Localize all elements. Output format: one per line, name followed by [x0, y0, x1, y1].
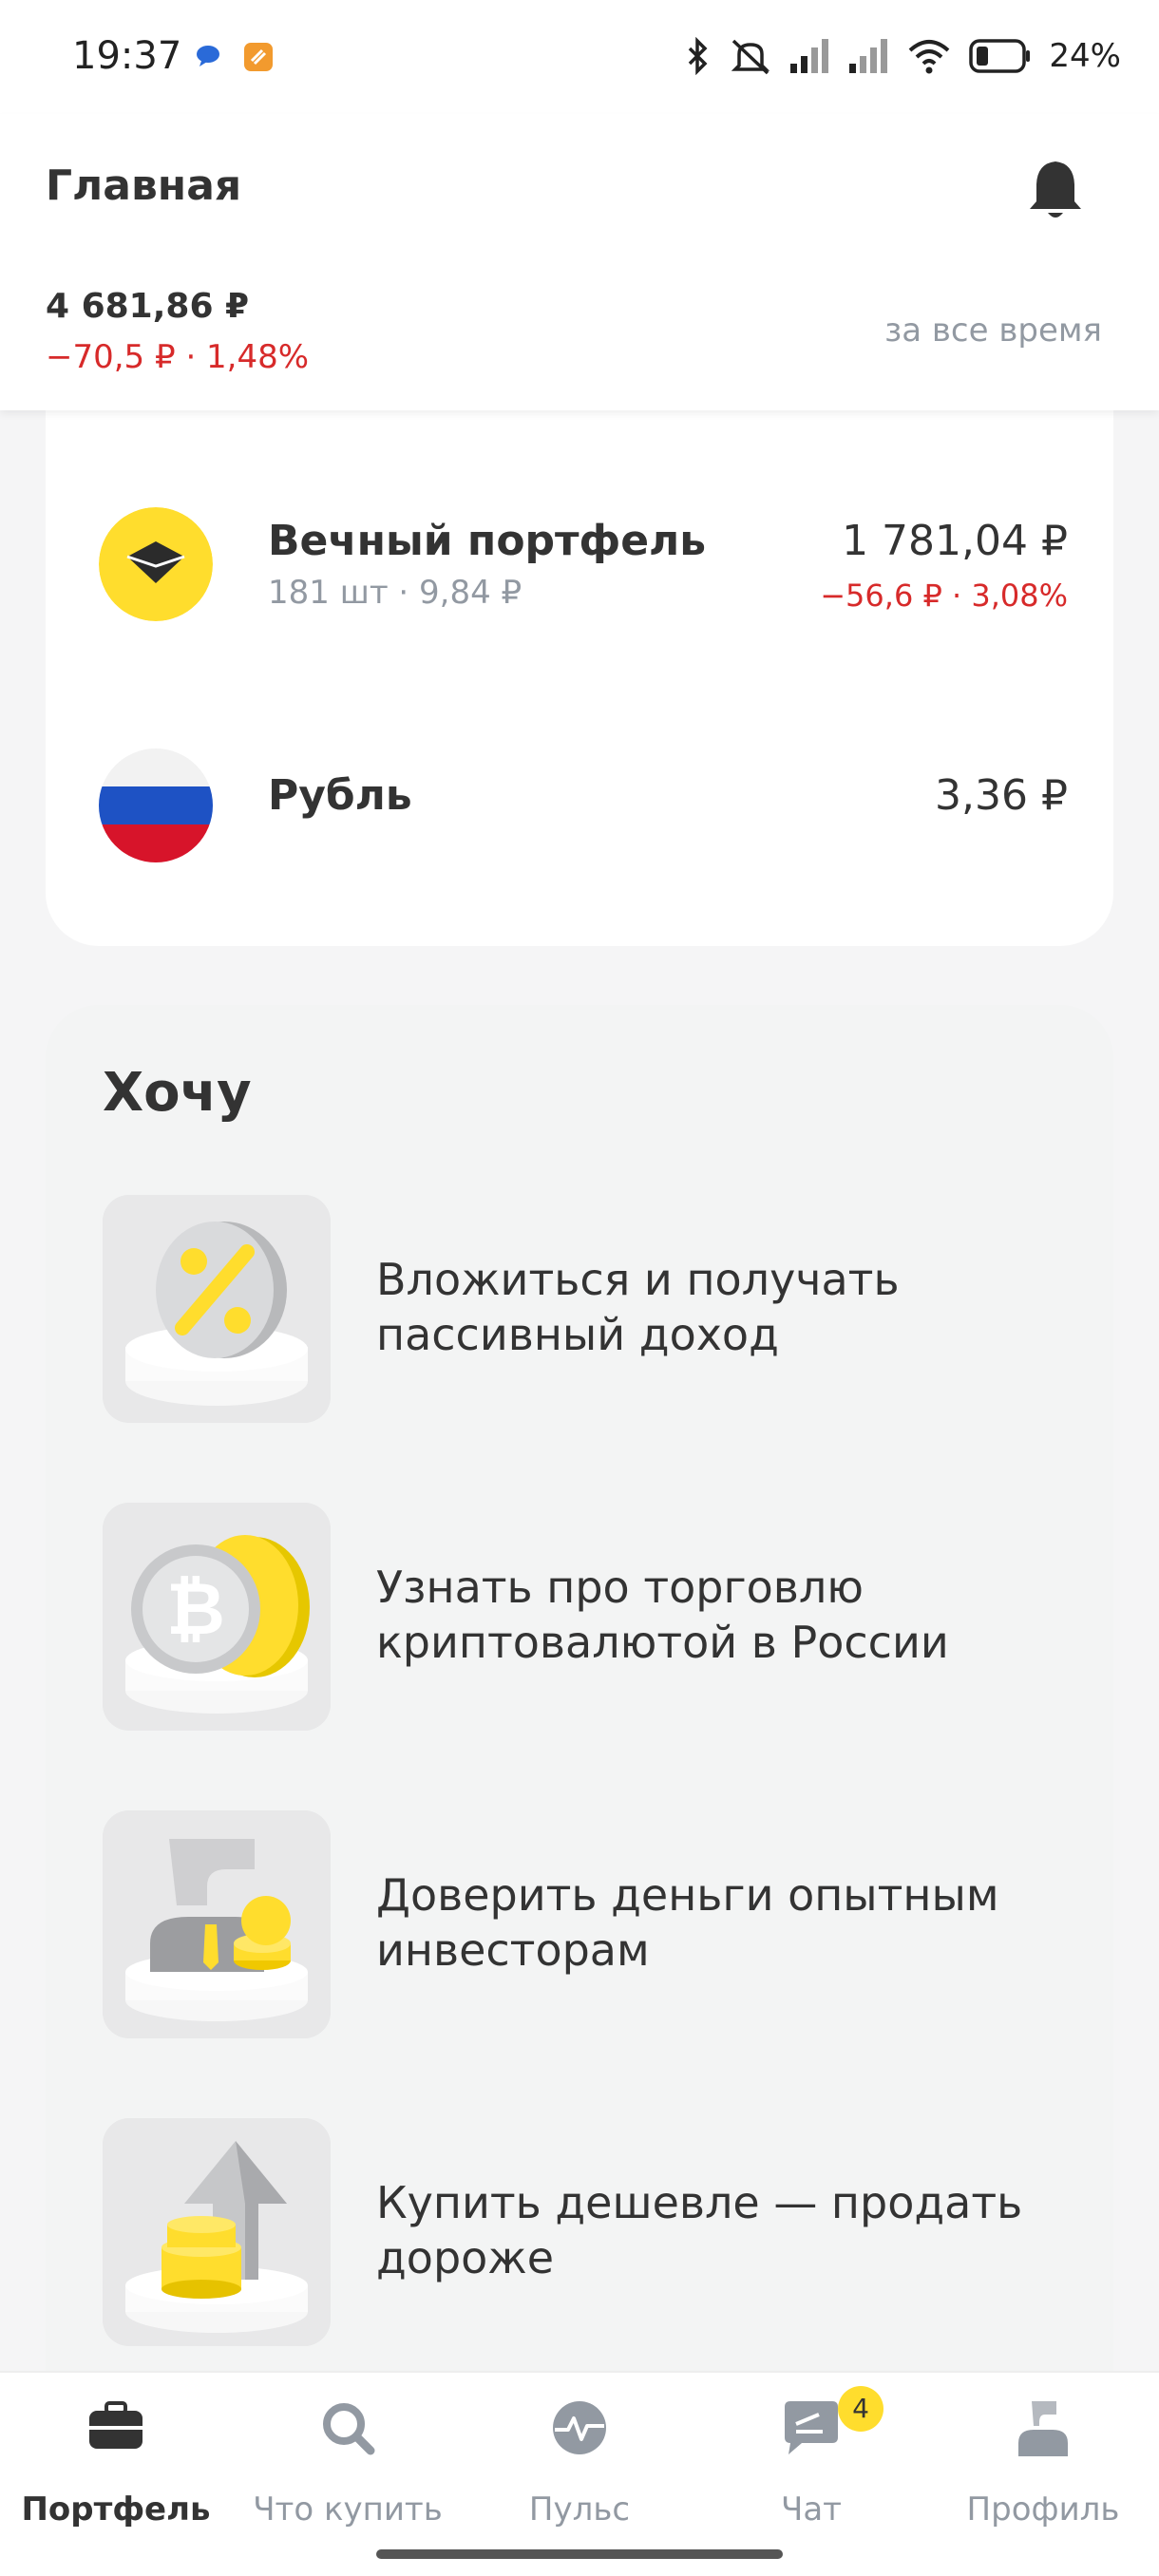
- want-item-text: Купить дешевле — продать дороже: [376, 2177, 1023, 2283]
- search-icon: [323, 2403, 375, 2455]
- bottom-nav: Портфель Что купить Пульс 4 Чат Профиль: [0, 2371, 1159, 2576]
- briefcase-icon: [89, 2401, 142, 2449]
- chat-icon: [785, 2401, 838, 2454]
- nav-item-pulse[interactable]: Пульс: [464, 2397, 695, 2540]
- portfolio-total: 4 681,86 ₽: [46, 287, 250, 326]
- nav-label: Чат: [781, 2491, 842, 2529]
- nav-label: Что купить: [253, 2491, 443, 2529]
- nav-label: Пульс: [528, 2491, 631, 2529]
- home-indicator[interactable]: [376, 2549, 783, 2559]
- mute-icon: [732, 39, 770, 75]
- asset-row-vechny[interactable]: Вечный портфель 181 шт · 9,84 ₽ 1 781,04…: [46, 488, 1113, 640]
- want-item-investors[interactable]: Доверить деньги опытным инвесторам: [103, 1810, 1062, 2038]
- want-item-text: Узнать про торговлю криптовалютой в Росс…: [376, 1562, 949, 1668]
- want-item-passive-income[interactable]: Вложиться и получать пассивный доход: [103, 1195, 1062, 1423]
- signal-icon: [790, 39, 829, 73]
- portfolio-change: −70,5 ₽ · 1,48%: [46, 338, 310, 376]
- wifi-icon: [909, 40, 950, 74]
- nav-item-what-to-buy[interactable]: Что купить: [232, 2397, 464, 2540]
- russia-flag-logo: [99, 748, 213, 862]
- messages-icon: [197, 46, 219, 66]
- want-item-crypto[interactable]: ₿ Узнать про торговлю криптовалютой в Ро…: [103, 1503, 1062, 1731]
- status-bar: 19:37 24%: [0, 0, 1159, 114]
- nav-item-profile[interactable]: Профиль: [927, 2397, 1159, 2540]
- bitcoin-coin-icon: ₿: [103, 1503, 331, 1731]
- asset-value: 3,36 ₽: [935, 771, 1068, 820]
- want-item-text: Доверить деньги опытным инвесторам: [376, 1869, 999, 1976]
- bluetooth-icon: [689, 37, 708, 75]
- percent-coin-icon: [103, 1195, 331, 1423]
- battery-percent: 24%: [1049, 37, 1121, 75]
- want-title: Хочу: [103, 1062, 252, 1124]
- app-notification-icon: [244, 43, 273, 71]
- battery-icon: [969, 39, 1031, 73]
- arrow-up-coins-icon: [103, 2118, 331, 2346]
- investor-icon: [103, 1810, 331, 2038]
- asset-value: 1 781,04 ₽: [842, 517, 1068, 565]
- svg-text:₿: ₿: [166, 1566, 225, 1651]
- want-item-buy-low[interactable]: Купить дешевле — продать дороже: [103, 2118, 1062, 2346]
- signal-icon: [849, 39, 888, 73]
- page-title: Главная: [46, 161, 242, 210]
- asset-name: Вечный портфель: [268, 517, 707, 565]
- diamond-icon: [99, 507, 213, 621]
- nav-item-chat[interactable]: 4 Чат: [695, 2386, 927, 2540]
- nav-label: Профиль: [966, 2491, 1120, 2529]
- asset-change: −56,6 ₽ · 3,08%: [820, 578, 1068, 614]
- header: Главная 4 681,86 ₽ −70,5 ₽ · 1,48% за вс…: [0, 114, 1159, 410]
- bell-icon[interactable]: [1024, 156, 1087, 224]
- pulse-icon: [553, 2401, 606, 2454]
- nav-label: Портфель: [21, 2491, 211, 2529]
- asset-sub: 181 шт · 9,84 ₽: [268, 574, 522, 612]
- want-item-text: Вложиться и получать пассивный доход: [376, 1254, 900, 1360]
- vechny-portfolio-logo: [99, 507, 213, 621]
- profile-icon: [1018, 2401, 1068, 2456]
- period-selector[interactable]: за все время: [884, 312, 1102, 350]
- asset-row-ruble[interactable]: Рубль 3,36 ₽: [46, 729, 1113, 881]
- chat-badge: 4: [838, 2386, 884, 2432]
- russia-flag-icon: [99, 748, 213, 862]
- nav-item-portfolio[interactable]: Портфель: [0, 2397, 232, 2540]
- status-time: 19:37: [72, 34, 182, 78]
- want-section: Хочу Вложиться и получать пассивный дохо…: [46, 1005, 1113, 2430]
- asset-name: Рубль: [268, 771, 412, 820]
